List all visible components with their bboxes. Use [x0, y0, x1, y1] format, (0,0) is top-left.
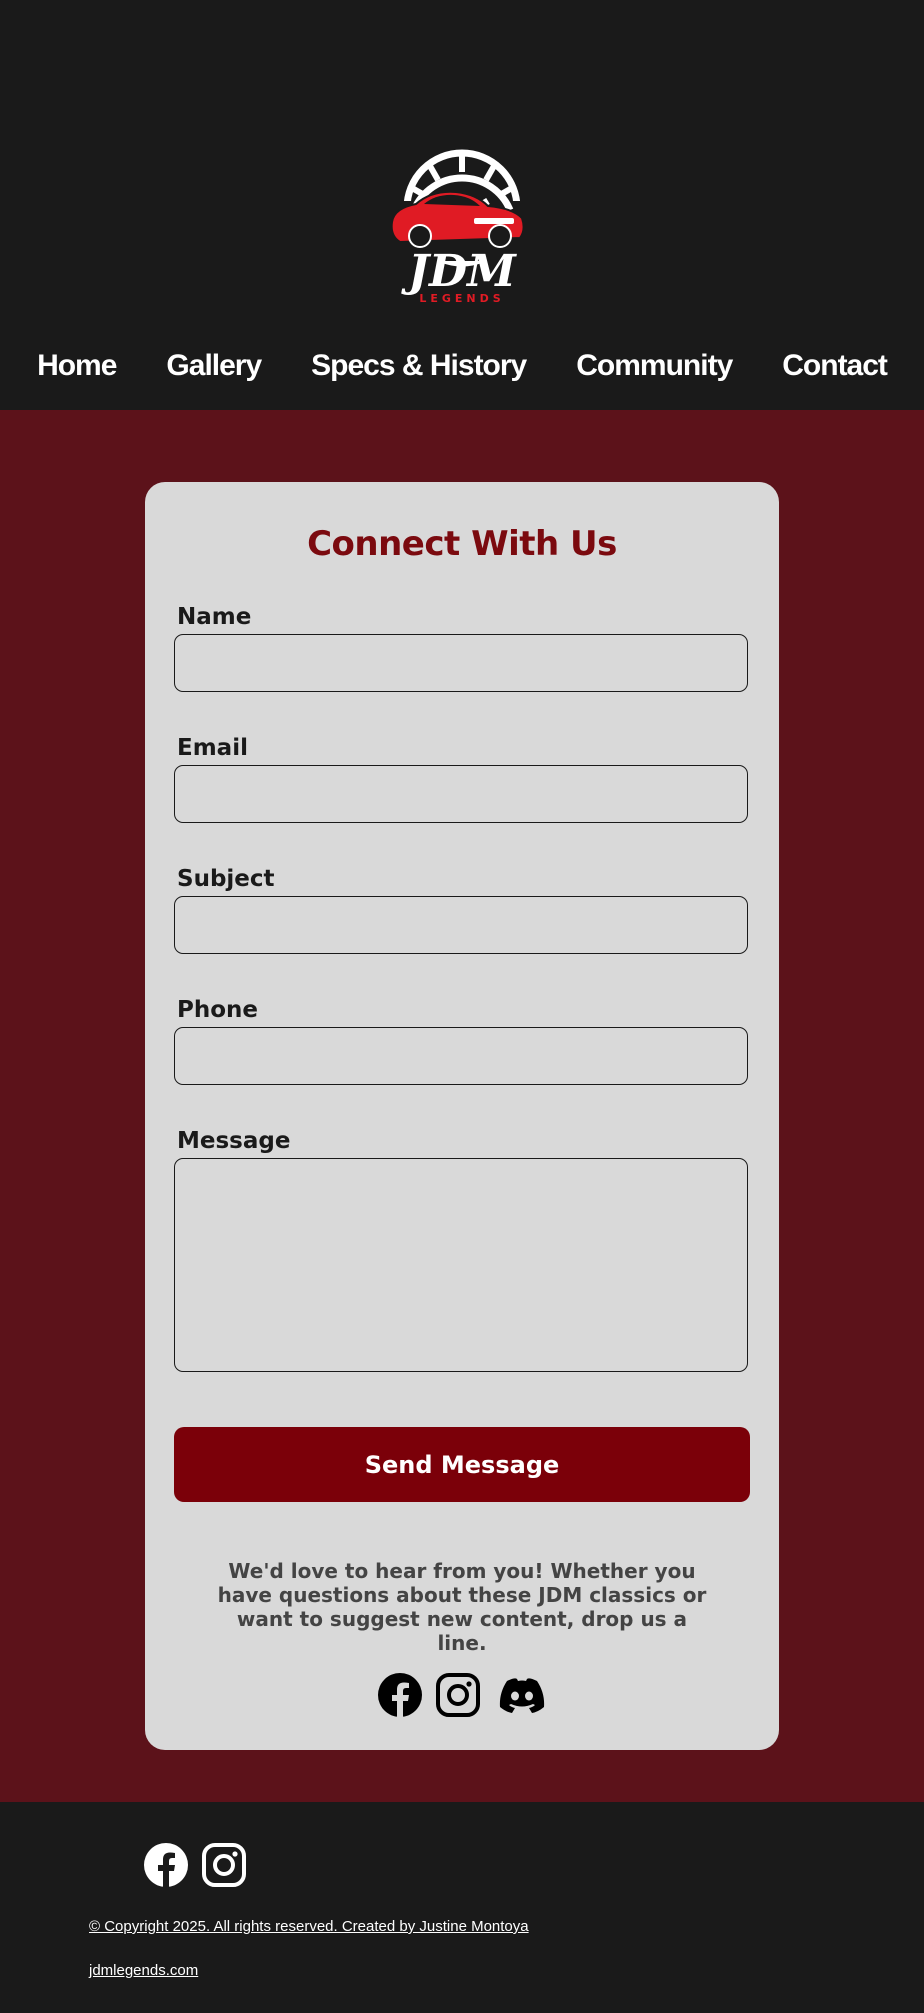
- send-message-button[interactable]: Send Message: [174, 1427, 750, 1502]
- contact-form-card: Connect With Us Name Email Subject Phone…: [145, 482, 779, 1750]
- message-field[interactable]: [174, 1158, 748, 1372]
- subject-field[interactable]: [174, 896, 748, 954]
- phone-label: Phone: [177, 997, 259, 1023]
- main-nav: Home Gallery Specs & History Community C…: [0, 346, 924, 386]
- facebook-icon[interactable]: [377, 1672, 423, 1718]
- nav-home[interactable]: Home: [12, 346, 141, 386]
- nav-specs-history[interactable]: Specs & History: [286, 346, 551, 386]
- subject-label: Subject: [177, 866, 275, 892]
- phone-field[interactable]: [174, 1027, 748, 1085]
- form-title: Connect With Us: [307, 524, 617, 564]
- instagram-icon[interactable]: [201, 1842, 247, 1888]
- footer-social-links: [143, 1842, 247, 1888]
- email-field[interactable]: [174, 765, 748, 823]
- copyright-link[interactable]: © Copyright 2025. All rights reserved. C…: [89, 1918, 529, 1935]
- nav-gallery[interactable]: Gallery: [141, 346, 286, 386]
- message-label: Message: [177, 1128, 291, 1154]
- contact-section: Connect With Us Name Email Subject Phone…: [0, 410, 924, 1802]
- nav-community[interactable]: Community: [551, 346, 757, 386]
- svg-text:LEGENDS: LEGENDS: [419, 292, 504, 304]
- site-link[interactable]: jdmlegends.com: [89, 1962, 198, 1979]
- instagram-icon[interactable]: [435, 1672, 481, 1718]
- facebook-icon[interactable]: [143, 1842, 189, 1888]
- site-footer: © Copyright 2025. All rights reserved. C…: [0, 1802, 924, 2013]
- name-field[interactable]: [174, 634, 748, 692]
- name-label: Name: [177, 604, 252, 630]
- email-label: Email: [177, 735, 248, 761]
- nav-contact[interactable]: Contact: [757, 346, 912, 386]
- svg-text:JDM: JDM: [401, 246, 517, 297]
- contact-note: We'd love to hear from you! Whether you …: [217, 1559, 707, 1655]
- card-social-links: [377, 1672, 547, 1718]
- site-header: JDM LEGENDS Home Gallery Specs & History…: [0, 0, 924, 410]
- discord-icon[interactable]: [497, 1675, 547, 1715]
- jdm-legends-logo[interactable]: JDM LEGENDS: [384, 146, 540, 304]
